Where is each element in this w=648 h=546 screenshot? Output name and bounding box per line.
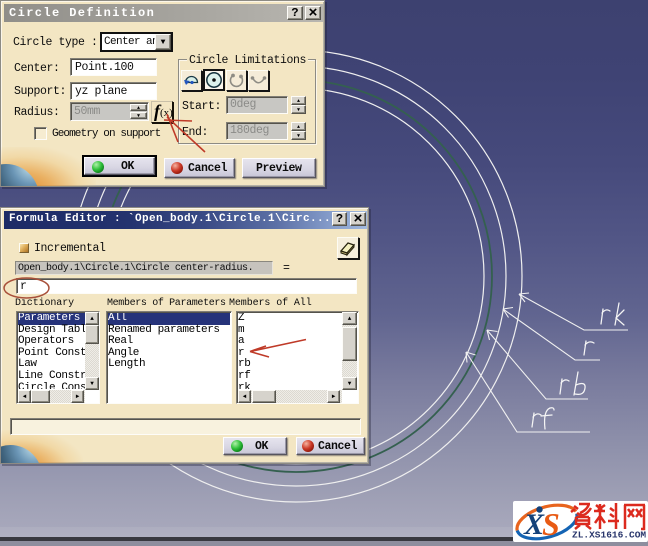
svg-text:ZL.XS1616.COM: ZL.XS1616.COM [572,530,646,541]
svg-text:S: S [542,506,560,542]
